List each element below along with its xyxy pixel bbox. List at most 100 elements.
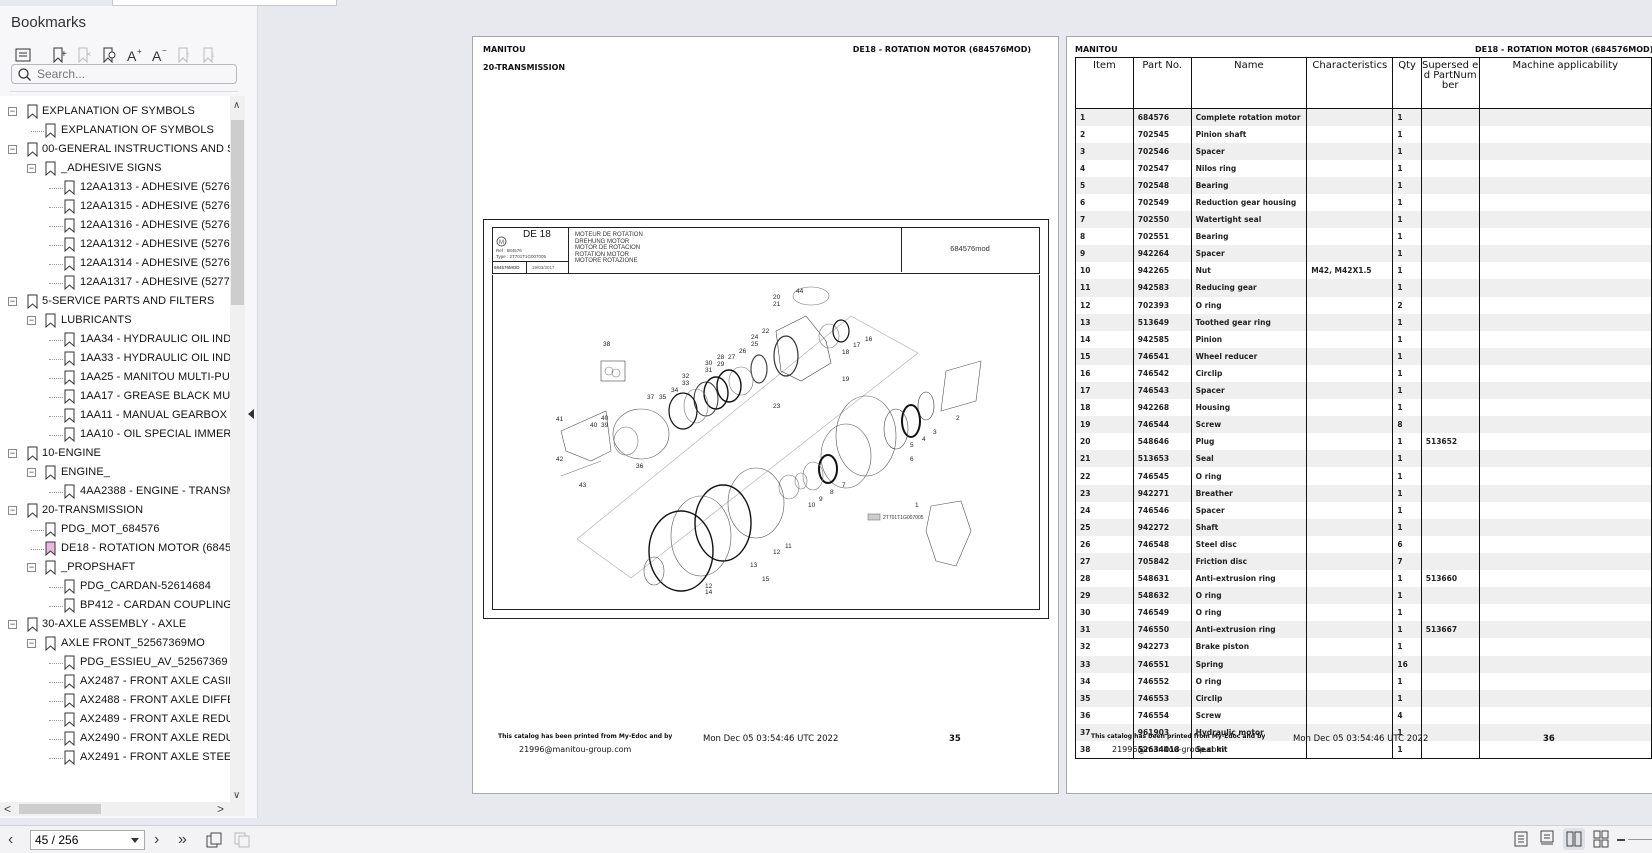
zoom-out-icon[interactable] bbox=[1617, 839, 1625, 841]
bookmark-item[interactable]: 1AA17 - GREASE BLACK MULTI-P bbox=[0, 387, 230, 407]
table-cell: 17 bbox=[1075, 382, 1134, 400]
description-line: MOTORE ROTAZIONE bbox=[575, 258, 638, 265]
bookmark-item[interactable]: DE18 - ROTATION MOTOR (684576M bbox=[0, 539, 230, 559]
collapse-toggle-icon[interactable]: − bbox=[8, 297, 17, 306]
collapse-panel-icon[interactable] bbox=[248, 409, 254, 419]
table-cell: Spacer bbox=[1190, 501, 1308, 519]
scroll-thumb[interactable] bbox=[231, 120, 244, 305]
last-page-button[interactable]: » bbox=[178, 830, 187, 850]
bookmark-item[interactable]: − ENGINE_ bbox=[0, 463, 230, 483]
find-bookmark-button[interactable] bbox=[97, 44, 122, 66]
callout-label: 25 bbox=[751, 341, 759, 348]
bookmark-label: 5-SERVICE PARTS AND FILTERS bbox=[42, 295, 215, 307]
bookmark-item[interactable]: AX2488 - FRONT AXLE DIFFERENT bbox=[0, 691, 230, 711]
view-continuous-button[interactable] bbox=[1536, 828, 1558, 850]
bookmark-item[interactable]: AX2490 - FRONT AXLE REDUCTIO bbox=[0, 729, 230, 749]
bookmark-item[interactable]: 4AA2388 - ENGINE - TRANSMISSI bbox=[0, 482, 230, 502]
table-cell bbox=[1478, 279, 1652, 297]
table-cell: 548632 bbox=[1132, 587, 1192, 605]
collapse-toggle-icon[interactable]: − bbox=[8, 107, 17, 116]
table-row: 27 705842 Friction disc 7 bbox=[1075, 552, 1652, 571]
next-page-button[interactable]: › bbox=[154, 830, 159, 850]
zoom-slider[interactable] bbox=[1628, 839, 1652, 840]
table-cell bbox=[1306, 125, 1394, 143]
move-down-button[interactable]: ↓ bbox=[197, 44, 222, 66]
bookmark-item[interactable]: 12AA1315 - ADHESIVE (52768115) bbox=[0, 197, 230, 217]
collapse-toggle-icon[interactable]: − bbox=[8, 620, 17, 629]
bookmark-item[interactable]: − 00-GENERAL INSTRUCTIONS AND SAFETY bbox=[0, 140, 230, 160]
type-tag: 2T701T1G007005 bbox=[883, 515, 924, 521]
bookmark-item[interactable]: − _ADHESIVE SIGNS bbox=[0, 159, 230, 179]
bookmark-item[interactable]: 1AA10 - OIL SPECIAL IMMERSED bbox=[0, 425, 230, 445]
previous-view-button[interactable] bbox=[206, 830, 222, 850]
bookmark-item[interactable]: PDG_CARDAN-52614684 bbox=[0, 577, 230, 597]
bookmark-list-button[interactable] bbox=[10, 44, 35, 66]
scroll-left-icon[interactable]: < bbox=[4, 802, 11, 816]
collapse-toggle-icon[interactable]: − bbox=[8, 449, 17, 458]
table-cell: 1 bbox=[1392, 108, 1422, 126]
view-two-page-button[interactable] bbox=[1563, 828, 1585, 850]
bookmark-item[interactable]: AX2491 - FRONT AXLE STEERING bbox=[0, 748, 230, 768]
bookmark-item[interactable]: AX2487 - FRONT AXLE CASING (5 bbox=[0, 672, 230, 692]
dropdown-arrow-icon[interactable] bbox=[131, 838, 139, 843]
table-cell bbox=[1306, 587, 1394, 605]
increase-font-button[interactable]: A + bbox=[122, 44, 147, 66]
table-cell bbox=[1420, 518, 1480, 536]
callout-label: 30 bbox=[705, 360, 713, 367]
scroll-right-icon[interactable]: > bbox=[217, 802, 224, 816]
table-row: 24 746546 Spacer 1 bbox=[1075, 501, 1652, 519]
table-cell: Spacer bbox=[1190, 142, 1308, 160]
two-page-continuous-icon bbox=[1593, 830, 1609, 848]
next-view-button[interactable] bbox=[234, 830, 250, 850]
previous-page-button[interactable]: ‹ bbox=[8, 830, 13, 850]
view-two-page-continuous-button[interactable] bbox=[1590, 828, 1612, 850]
bookmark-item[interactable]: − EXPLANATION OF SYMBOLS bbox=[0, 102, 230, 122]
search-input[interactable] bbox=[37, 67, 227, 81]
collapse-toggle-icon[interactable]: − bbox=[27, 164, 36, 173]
scroll-thumb[interactable] bbox=[19, 804, 101, 814]
collapse-toggle-icon[interactable]: − bbox=[27, 639, 36, 648]
bookmark-item[interactable]: BP412 - CARDAN COUPLING (526 bbox=[0, 596, 230, 616]
bookmark-item[interactable]: 12AA1313 - ADHESIVE (52768115) bbox=[0, 178, 230, 198]
decrease-font-button[interactable]: A − bbox=[147, 44, 172, 66]
collapse-toggle-icon[interactable]: − bbox=[8, 506, 17, 515]
bookmark-item[interactable]: PDG_MOT_684576 bbox=[0, 520, 230, 540]
move-up-button[interactable]: ↑ bbox=[172, 44, 197, 66]
bookmark-label: 1AA34 - HYDRAULIC OIL INDUST bbox=[80, 333, 230, 345]
bookmark-item[interactable]: 1AA33 - HYDRAULIC OIL INDUST bbox=[0, 349, 230, 369]
scroll-up-icon[interactable]: ∧ bbox=[233, 100, 240, 111]
collapse-toggle-icon[interactable]: − bbox=[27, 563, 36, 572]
bookmark-item[interactable]: 12AA1316 - ADHESIVE (52768115) bbox=[0, 216, 230, 236]
bookmark-item[interactable]: 1AA25 - MANITOU MULTI-PURPO bbox=[0, 368, 230, 388]
bookmark-label: AX2488 - FRONT AXLE DIFFERENT bbox=[80, 694, 230, 706]
collapse-toggle-icon[interactable]: − bbox=[27, 468, 36, 477]
bookmark-item[interactable]: PDG_ESSIEU_AV_52567369 bbox=[0, 653, 230, 673]
bookmark-item[interactable]: − 30-AXLE ASSEMBLY - AXLE bbox=[0, 615, 230, 635]
bookmark-item[interactable]: − 10-ENGINE bbox=[0, 444, 230, 464]
bookmark-item[interactable]: − AXLE FRONT_52567369MO bbox=[0, 634, 230, 654]
bookmark-item[interactable]: 12AA1312 - ADHESIVE (52768115) bbox=[0, 235, 230, 255]
bookmark-item[interactable]: − 20-TRANSMISSION bbox=[0, 501, 230, 521]
scroll-down-icon[interactable]: ∨ bbox=[233, 790, 240, 801]
table-cell bbox=[1420, 467, 1480, 485]
bookmark-item[interactable]: − LUBRICANTS bbox=[0, 311, 230, 331]
model-label: DE 18 bbox=[523, 229, 551, 240]
page-number-input[interactable]: 45 / 256 bbox=[30, 830, 145, 850]
table-cell bbox=[1478, 587, 1652, 605]
bookmark-item[interactable]: 12AA1314 - ADHESIVE (52768115) bbox=[0, 254, 230, 274]
collapse-toggle-icon[interactable]: − bbox=[8, 145, 17, 154]
bookmark-item[interactable]: 12AA1317 - ADHESIVE (52771057M bbox=[0, 273, 230, 293]
bookmark-item[interactable]: 1AA11 - MANUAL GEARBOX OIL bbox=[0, 406, 230, 426]
bookmark-item[interactable]: EXPLANATION OF SYMBOLS bbox=[0, 121, 230, 141]
search-box[interactable] bbox=[11, 64, 237, 84]
bookmark-item[interactable]: − 5-SERVICE PARTS AND FILTERS bbox=[0, 292, 230, 312]
delete-bookmark-button[interactable]: × bbox=[72, 44, 97, 66]
bookmark-item[interactable]: 1AA34 - HYDRAULIC OIL INDUST bbox=[0, 330, 230, 350]
table-cell bbox=[1306, 416, 1394, 434]
view-single-page-button[interactable] bbox=[1510, 828, 1532, 850]
bookmark-item[interactable]: − _PROPSHAFT bbox=[0, 558, 230, 578]
add-bookmark-button[interactable]: + bbox=[47, 44, 72, 66]
bookmark-item[interactable]: AX2489 - FRONT AXLE REDUCTIO bbox=[0, 710, 230, 730]
collapse-toggle-icon[interactable]: − bbox=[27, 316, 36, 325]
callout-label: 26 bbox=[739, 348, 747, 355]
